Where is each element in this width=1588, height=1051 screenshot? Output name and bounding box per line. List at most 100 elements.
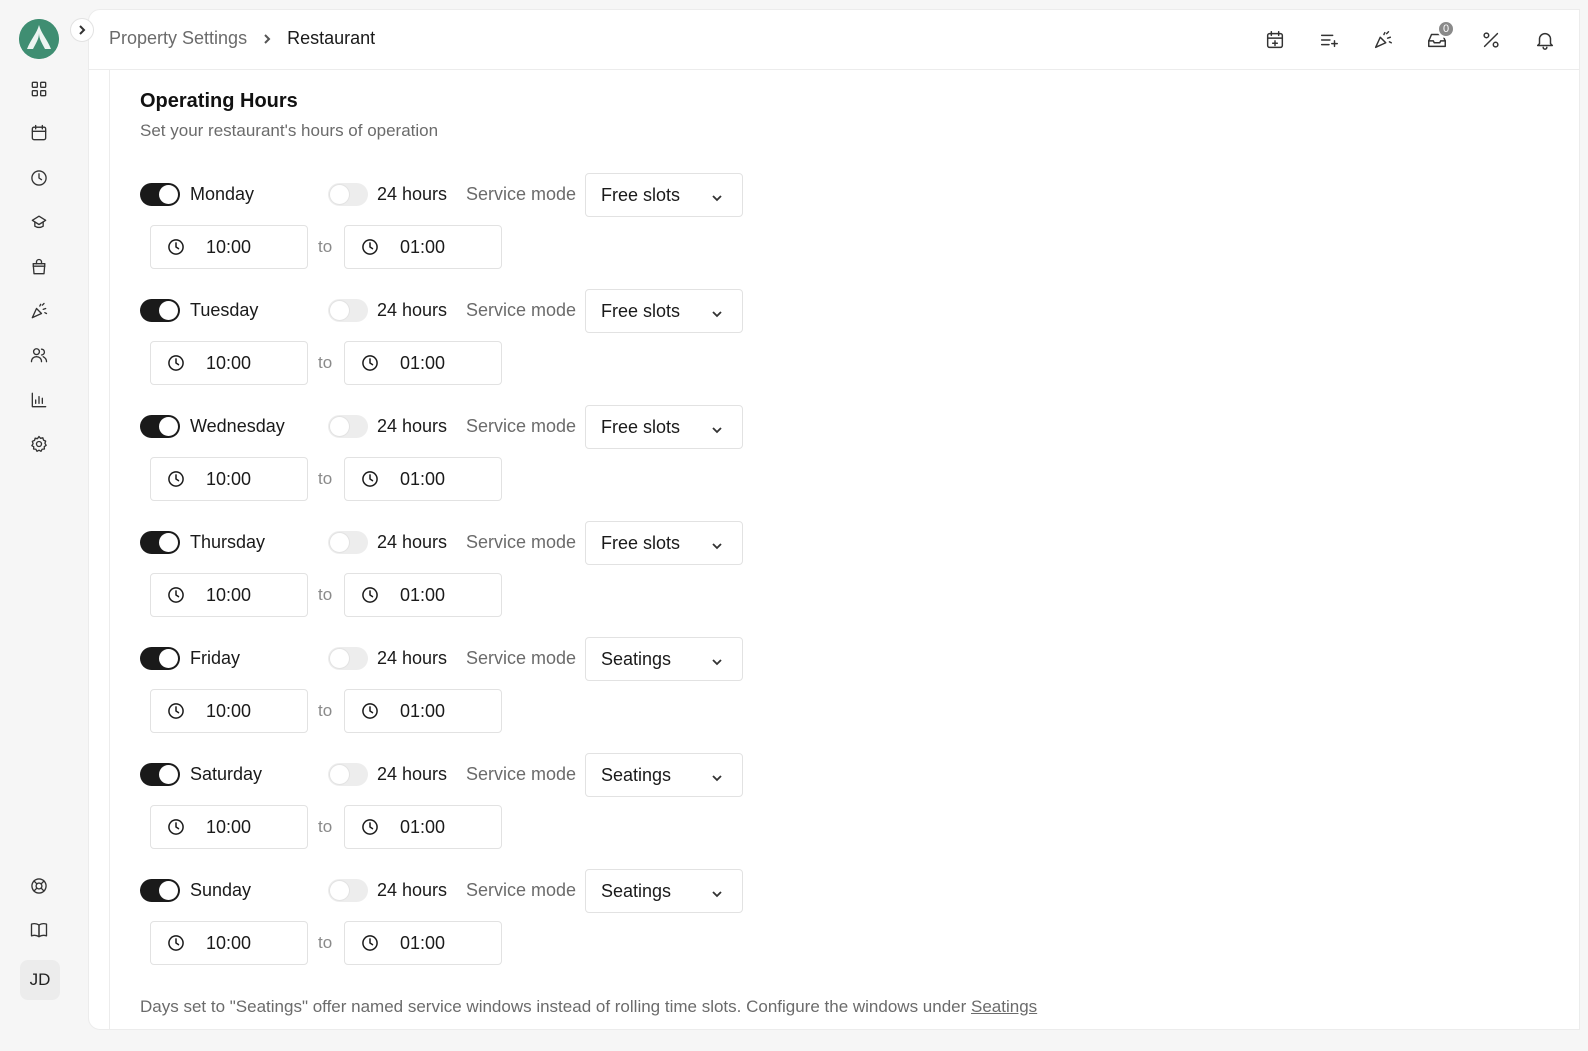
clock-icon	[166, 585, 186, 610]
open-time-value: 10:00	[206, 353, 252, 373]
day-enabled-toggle[interactable]	[140, 531, 180, 554]
chevron-down-icon	[710, 769, 724, 790]
grid-icon[interactable]	[27, 77, 51, 101]
close-time-value: 01:00	[400, 237, 446, 257]
service-mode-label: Service mode	[466, 300, 577, 320]
service-mode-select[interactable]: Seatings	[585, 637, 743, 681]
seatings-link[interactable]: Seatings	[971, 997, 1037, 1016]
24-hours-toggle[interactable]	[328, 531, 368, 554]
close-time-input[interactable]: 01:00	[344, 689, 502, 733]
chef-hat-icon[interactable]	[27, 210, 51, 234]
chevron-down-icon	[710, 885, 724, 906]
users-icon[interactable]	[27, 343, 51, 367]
footnote-text: Days set to "Seatings" offer named servi…	[140, 997, 971, 1016]
top-bar: Property Settings Restaurant 0	[89, 10, 1579, 70]
chart-icon[interactable]	[27, 388, 51, 412]
toggle-knob	[159, 765, 178, 784]
24-hours-label: 24 hours	[377, 648, 448, 668]
section-title: Operating Hours	[140, 90, 298, 112]
help-icon[interactable]	[27, 874, 51, 898]
service-mode-value: Free slots	[601, 300, 681, 321]
party-icon[interactable]	[27, 299, 51, 323]
discount-icon[interactable]	[1479, 28, 1503, 52]
chevron-right-icon	[79, 25, 86, 35]
service-mode-select[interactable]: Free slots	[585, 289, 743, 333]
inbox-icon[interactable]: 0	[1425, 20, 1455, 52]
open-time-input[interactable]: 10:00	[150, 689, 308, 733]
open-time-value: 10:00	[206, 701, 252, 721]
open-time-input[interactable]: 10:00	[150, 573, 308, 617]
close-time-input[interactable]: 01:00	[344, 805, 502, 849]
clock-icon	[166, 237, 186, 262]
24-hours-toggle[interactable]	[328, 415, 368, 438]
open-time-input[interactable]: 10:00	[150, 457, 308, 501]
day-enabled-toggle[interactable]	[140, 763, 180, 786]
chevron-down-icon	[710, 421, 724, 442]
24-hours-label: 24 hours	[377, 300, 448, 320]
service-mode-select[interactable]: Seatings	[585, 869, 743, 913]
service-mode-select[interactable]: Free slots	[585, 173, 743, 217]
to-label: to	[318, 237, 333, 256]
day-name: Thursday	[190, 532, 266, 552]
avatar[interactable]: JD	[20, 960, 60, 1000]
open-time-input[interactable]: 10:00	[150, 921, 308, 965]
service-mode-select[interactable]: Free slots	[585, 521, 743, 565]
toggle-knob	[330, 649, 349, 668]
breadcrumb-property-settings[interactable]: Property Settings	[109, 28, 247, 49]
close-time-input[interactable]: 01:00	[344, 341, 502, 385]
service-mode-select[interactable]: Seatings	[585, 753, 743, 797]
service-mode-select[interactable]: Free slots	[585, 405, 743, 449]
24-hours-toggle[interactable]	[328, 879, 368, 902]
book-icon[interactable]	[27, 918, 51, 942]
brand-logo[interactable]	[19, 19, 59, 59]
day-enabled-toggle[interactable]	[140, 183, 180, 206]
24-hours-toggle[interactable]	[328, 183, 368, 206]
chevron-down-icon	[710, 305, 724, 326]
close-time-input[interactable]: 01:00	[344, 225, 502, 269]
toggle-knob	[159, 649, 178, 668]
24-hours-toggle[interactable]	[328, 299, 368, 322]
calendar-plus-icon[interactable]	[1263, 28, 1287, 52]
clock-icon	[360, 469, 380, 494]
service-mode-value: Seatings	[601, 880, 672, 901]
close-time-value: 01:00	[400, 585, 446, 605]
clock-icon	[166, 469, 186, 494]
24-hours-toggle[interactable]	[328, 647, 368, 670]
bell-icon[interactable]	[1533, 28, 1557, 52]
day-enabled-toggle[interactable]	[140, 879, 180, 902]
close-time-input[interactable]: 01:00	[344, 921, 502, 965]
day-enabled-toggle[interactable]	[140, 415, 180, 438]
day-enabled-toggle[interactable]	[140, 647, 180, 670]
party-popper-icon[interactable]	[1371, 28, 1395, 52]
sidebar-collapse-button[interactable]	[70, 18, 94, 42]
list-add-icon[interactable]	[1317, 28, 1341, 52]
to-label: to	[318, 353, 333, 372]
24-hours-label: 24 hours	[377, 764, 448, 784]
chevron-down-icon	[710, 189, 724, 210]
clock-icon	[360, 237, 380, 262]
24-hours-label: 24 hours	[377, 416, 448, 436]
24-hours-label: 24 hours	[377, 184, 448, 204]
open-time-input[interactable]: 10:00	[150, 341, 308, 385]
open-time-input[interactable]: 10:00	[150, 805, 308, 849]
clock-icon[interactable]	[27, 166, 51, 190]
bag-icon[interactable]	[27, 255, 51, 279]
24-hours-toggle[interactable]	[328, 763, 368, 786]
day-enabled-toggle[interactable]	[140, 299, 180, 322]
to-label: to	[318, 701, 333, 720]
service-mode-value: Seatings	[601, 764, 672, 785]
operating-hours-section: Operating Hours Set your restaurant's ho…	[109, 70, 1579, 1029]
to-label: to	[318, 469, 333, 488]
breadcrumb: Property Settings Restaurant	[109, 28, 375, 49]
close-time-input[interactable]: 01:00	[344, 457, 502, 501]
settings-icon[interactable]	[27, 432, 51, 456]
open-time-input[interactable]: 10:00	[150, 225, 308, 269]
day-row-wednesday: Wednesday 24 hours Service mode Free slots 1…	[140, 405, 760, 505]
clock-icon	[166, 353, 186, 378]
close-time-input[interactable]: 01:00	[344, 573, 502, 617]
toggle-knob	[330, 765, 349, 784]
clock-icon	[360, 701, 380, 726]
calendar-icon[interactable]	[27, 121, 51, 145]
day-name: Monday	[190, 184, 255, 204]
toggle-knob	[330, 533, 349, 552]
